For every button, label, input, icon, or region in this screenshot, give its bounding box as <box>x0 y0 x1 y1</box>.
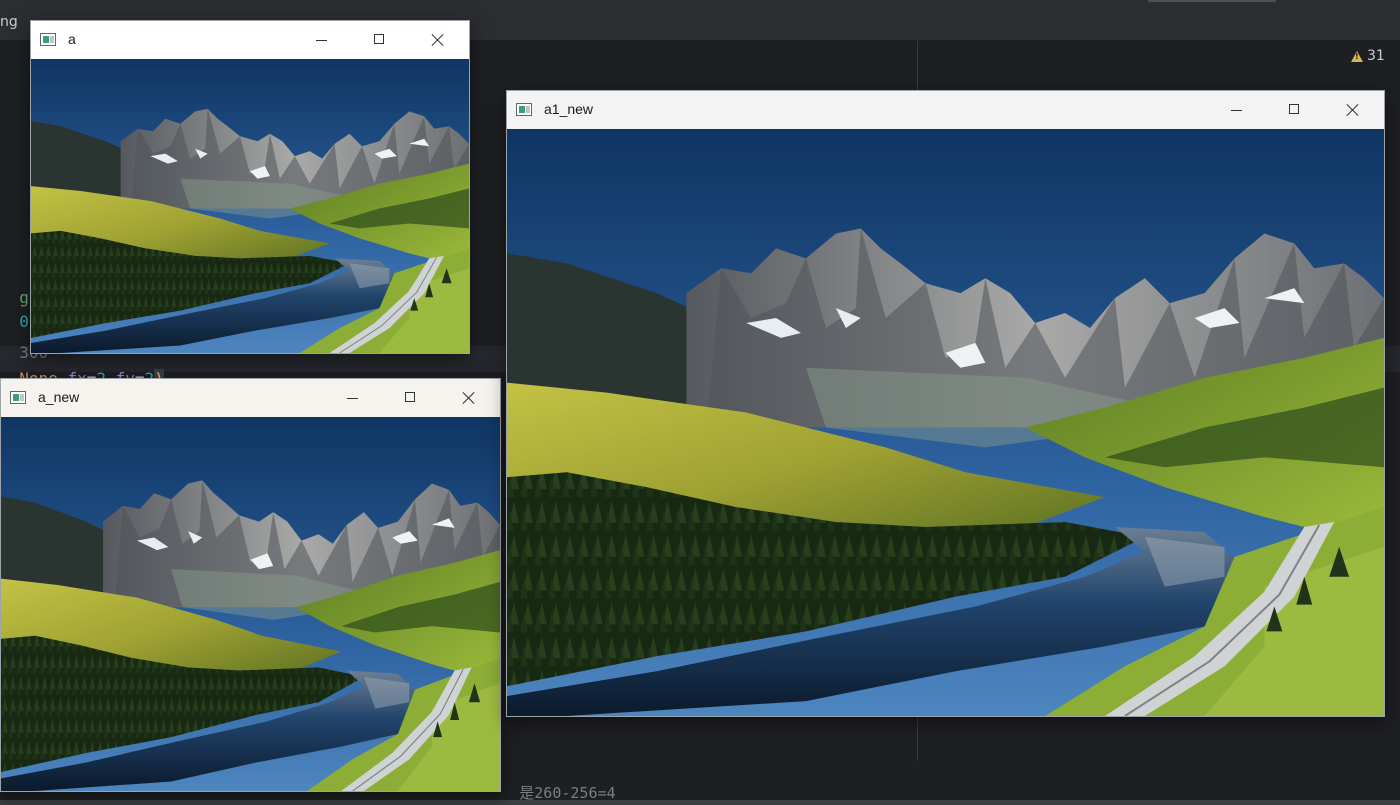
window-a-title: a <box>68 31 76 47</box>
code-comment-line: 是260-256=4 <box>500 762 615 803</box>
window-a-new[interactable]: a_new <box>0 378 501 792</box>
ide-tab-fragment[interactable]: ng <box>0 14 18 36</box>
close-icon <box>1346 103 1360 117</box>
app-icon <box>10 391 26 404</box>
window-a-new-titlebar[interactable]: a_new <box>1 379 500 417</box>
minimize-button[interactable] <box>293 21 351 59</box>
minimize-button[interactable] <box>1208 91 1266 129</box>
window-a1-new-titlebar[interactable]: a1_new <box>507 91 1384 129</box>
window-a1-new-title: a1_new <box>544 101 594 117</box>
app-icon <box>516 103 532 116</box>
minimize-icon <box>1231 110 1242 111</box>
maximize-icon <box>374 34 384 44</box>
minimize-button[interactable] <box>324 379 382 417</box>
window-a-image[interactable] <box>31 59 469 353</box>
ide-status-strip <box>0 800 1400 805</box>
landscape-image <box>1 417 500 791</box>
close-button[interactable] <box>440 379 498 417</box>
window-a[interactable]: a <box>30 20 470 354</box>
app-icon <box>40 33 56 46</box>
maximize-icon <box>1289 104 1299 114</box>
window-a-new-image[interactable] <box>1 417 500 791</box>
ide-scroll-indicator <box>1148 0 1276 2</box>
close-button[interactable] <box>409 21 467 59</box>
minimize-icon <box>347 398 358 399</box>
window-a-new-title: a_new <box>38 389 80 405</box>
minimize-icon <box>316 40 327 41</box>
warning-count: 31 <box>1367 48 1385 64</box>
maximize-icon <box>405 392 415 402</box>
window-a1-new-image[interactable] <box>507 129 1384 716</box>
close-icon <box>431 33 445 47</box>
close-icon <box>462 391 476 405</box>
warning-indicator[interactable]: 31 <box>1351 48 1385 64</box>
maximize-button[interactable] <box>1266 91 1324 129</box>
close-button[interactable] <box>1324 91 1382 129</box>
landscape-image <box>507 129 1384 716</box>
warning-icon <box>1351 50 1363 62</box>
landscape-image <box>31 59 469 353</box>
window-a1-new[interactable]: a1_new <box>506 90 1385 717</box>
maximize-button[interactable] <box>351 21 409 59</box>
maximize-button[interactable] <box>382 379 440 417</box>
window-a-titlebar[interactable]: a <box>31 21 469 59</box>
